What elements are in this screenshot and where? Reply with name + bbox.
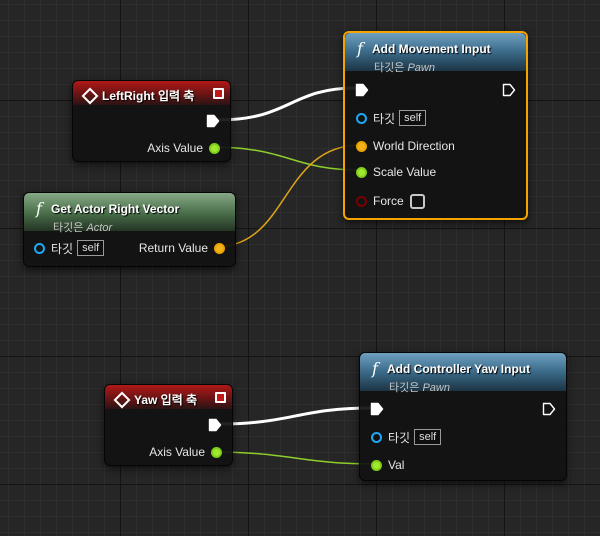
node-header: f Add Movement Input 타깃은 Pawn: [345, 33, 526, 74]
node-subtitle: 타깃은 Pawn: [389, 382, 450, 394]
function-icon: f: [36, 199, 42, 218]
exec-out-pin[interactable]: [502, 81, 516, 99]
node-title: Get Actor Right Vector: [51, 201, 180, 216]
pin-label: Force: [373, 194, 404, 208]
vector-wire-return-to-world-direction[interactable]: [214, 144, 362, 248]
exec-pin-icon[interactable]: [502, 83, 516, 97]
function-icon: f: [357, 39, 363, 58]
pin-label: Val: [388, 458, 405, 472]
exec-out-pin[interactable]: [206, 112, 220, 130]
pin-label: Axis Value: [147, 141, 203, 155]
node-header: f Get Actor Right Vector 타깃은 Actor: [24, 193, 235, 234]
float-wire-yaw-axis-to-val[interactable]: [212, 451, 377, 465]
axis-value-pin[interactable]: Axis Value: [147, 139, 220, 157]
node-title: LeftRight 입력 축: [102, 89, 195, 104]
pin-label: Scale Value: [373, 165, 437, 179]
exec-pin-icon[interactable]: [208, 418, 222, 432]
force-checkbox[interactable]: [409, 193, 425, 209]
float-pin-icon[interactable]: [211, 446, 222, 458]
pin-label: Return Value: [138, 241, 208, 255]
node-subtitle: 타깃은 Actor: [53, 222, 113, 234]
node-leftright-input-axis[interactable]: LeftRight 입력 축 Axis Value: [72, 80, 231, 162]
node-add-controller-yaw-input[interactable]: f Add Controller Yaw Input 타깃은 Pawn 타깃 se…: [359, 352, 567, 481]
node-header: Yaw 입력 축: [105, 385, 232, 409]
node-title: Add Movement Input: [372, 41, 491, 56]
node-header: f Add Controller Yaw Input 타깃은 Pawn: [360, 353, 566, 394]
float-wire-axis-to-scale-value[interactable]: [209, 146, 362, 171]
node-title: Add Controller Yaw Input: [387, 361, 531, 376]
object-pin-icon[interactable]: [371, 431, 382, 443]
return-value-pin[interactable]: Return Value: [139, 239, 225, 257]
target-pin[interactable]: 타깃 self: [34, 239, 105, 257]
vector-pin-icon[interactable]: [356, 140, 367, 152]
world-direction-pin[interactable]: World Direction: [356, 137, 455, 155]
node-get-actor-right-vector[interactable]: f Get Actor Right Vector 타깃은 Actor 타깃 sel…: [23, 192, 236, 267]
node-add-movement-input[interactable]: f Add Movement Input 타깃은 Pawn 타깃 self Wor…: [343, 31, 528, 220]
exec-pin-icon[interactable]: [355, 83, 369, 97]
delegate-pin[interactable]: [213, 88, 224, 99]
target-pin[interactable]: 타깃 self: [356, 109, 427, 127]
object-pin-icon[interactable]: [34, 242, 45, 254]
event-icon: [81, 87, 99, 105]
self-default-value[interactable]: self: [77, 240, 105, 256]
float-pin-icon[interactable]: [356, 166, 367, 178]
delegate-pin[interactable]: [215, 392, 226, 403]
target-pin[interactable]: 타깃 self: [371, 428, 442, 446]
node-title: Yaw 입력 축: [134, 393, 198, 408]
exec-in-pin[interactable]: [370, 400, 384, 418]
self-default-value[interactable]: self: [414, 429, 442, 445]
vector-pin-icon[interactable]: [214, 242, 225, 254]
pin-label: Axis Value: [149, 445, 205, 459]
exec-pin-icon[interactable]: [370, 402, 384, 416]
exec-pin-icon[interactable]: [542, 402, 556, 416]
exec-pin-icon[interactable]: [206, 114, 220, 128]
float-pin-icon[interactable]: [209, 142, 220, 154]
object-pin-icon[interactable]: [356, 112, 367, 124]
scale-value-pin[interactable]: Scale Value: [356, 163, 436, 181]
force-pin[interactable]: Force: [356, 192, 425, 210]
exec-wire-leftright-to-add-movement[interactable]: [217, 86, 357, 122]
float-pin-icon[interactable]: [371, 459, 382, 471]
node-header: LeftRight 입력 축: [73, 81, 230, 105]
exec-wire-yaw-to-add-yaw[interactable]: [219, 406, 373, 426]
exec-in-pin[interactable]: [355, 81, 369, 99]
node-subtitle: 타깃은 Pawn: [374, 62, 435, 74]
pin-label: 타깃: [388, 430, 411, 445]
self-default-value[interactable]: self: [399, 110, 427, 126]
axis-value-pin[interactable]: Axis Value: [149, 443, 222, 461]
bool-pin-icon[interactable]: [356, 195, 367, 207]
val-pin[interactable]: Val: [371, 456, 404, 474]
function-icon: f: [372, 359, 378, 378]
event-icon: [113, 391, 131, 409]
exec-out-pin[interactable]: [542, 400, 556, 418]
exec-out-pin[interactable]: [208, 416, 222, 434]
pin-label: World Direction: [373, 139, 455, 153]
pin-label: 타깃: [51, 241, 74, 256]
node-yaw-input-axis[interactable]: Yaw 입력 축 Axis Value: [104, 384, 233, 466]
pin-label: 타깃: [373, 111, 396, 126]
